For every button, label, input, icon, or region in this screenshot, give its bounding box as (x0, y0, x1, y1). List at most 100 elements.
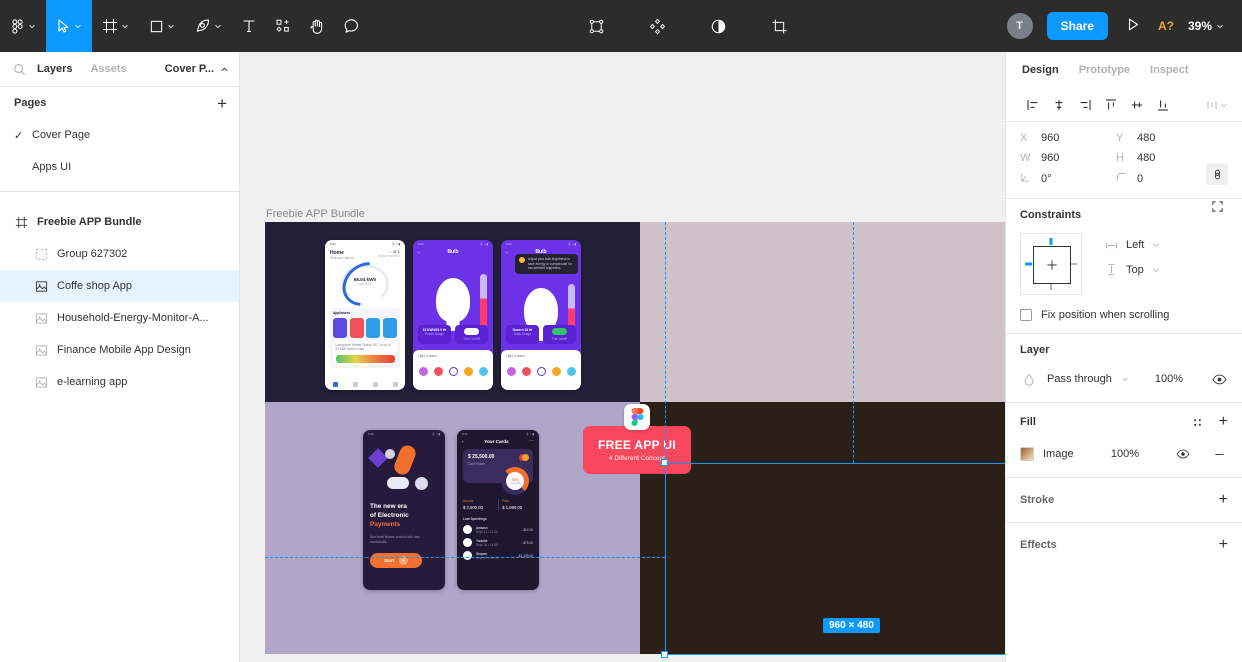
avatar[interactable]: T (1006, 13, 1033, 39)
align-h-center-icon[interactable] (1046, 92, 1072, 118)
layer-row-freebie-app-bundle[interactable]: Freebie APP Bundle (0, 206, 239, 238)
page-selector[interactable]: Cover P... (165, 63, 229, 75)
guide-vertical-left (665, 222, 666, 463)
distribute-more-button[interactable] (1205, 98, 1228, 112)
fill-type-value[interactable]: Image (1043, 448, 1074, 460)
remove-fill-button[interactable] (1210, 445, 1228, 463)
fill-image-swatch[interactable] (1020, 447, 1034, 461)
fill-visibility-eye-icon[interactable] (1174, 445, 1192, 463)
crop-tool-button[interactable] (762, 0, 797, 52)
text-tool-button[interactable] (232, 0, 266, 52)
selection-handle-bottom-left[interactable] (661, 651, 668, 658)
resources-tool-button[interactable] (266, 0, 300, 52)
constraint-top-marker[interactable] (1049, 238, 1053, 245)
zoom-control[interactable]: 39% (1188, 19, 1228, 33)
align-top-icon[interactable] (1098, 92, 1124, 118)
design-board[interactable]: 9:41 ⦿ ⌁ ▮ Home Welcome Jannat ☀ 41°C Tod… (265, 222, 1005, 658)
toolbar-right-group: T Share A? 39% (1006, 12, 1242, 40)
frame-tool-button[interactable] (92, 0, 139, 52)
align-v-center-icon[interactable] (1124, 92, 1150, 118)
chevron-down-icon (1153, 243, 1160, 248)
fill-opacity-value[interactable]: 100% (1111, 448, 1139, 460)
x-field[interactable]: X 960 (1020, 132, 1116, 144)
page-selector-label: Cover P... (164, 63, 214, 75)
color-swatches (501, 367, 581, 376)
layer-row-e-learning-app[interactable]: e-learning app (0, 366, 239, 398)
guide-horizontal (265, 557, 665, 558)
back-icon: ‹ (418, 250, 420, 256)
blend-mode-value[interactable]: Pass through (1047, 373, 1112, 385)
layer-opacity-value[interactable]: 100% (1155, 373, 1183, 385)
align-left-icon[interactable] (1020, 92, 1046, 118)
scale-constraint-button[interactable] (1206, 195, 1228, 217)
selection-dimension-label: 960 × 480 (823, 618, 880, 633)
page-item-cover-page[interactable]: ✓ Cover Page (0, 119, 239, 151)
x-value[interactable]: 960 (1041, 132, 1059, 144)
page-item-apps-ui[interactable]: Apps UI (0, 151, 239, 183)
present-button[interactable] (1122, 15, 1144, 37)
shape-tool-button[interactable] (139, 0, 185, 52)
add-stroke-button[interactable]: + (1219, 492, 1228, 508)
mask-tool-button[interactable] (579, 0, 614, 52)
w-value[interactable]: 960 (1041, 152, 1059, 164)
layer-row-group-627302[interactable]: Group 627302 (0, 238, 239, 270)
frame-label[interactable]: Freebie APP Bundle (266, 208, 365, 220)
visibility-eye-icon[interactable] (1210, 370, 1228, 388)
figma-menu-button[interactable] (0, 0, 46, 52)
constraint-bottom-marker[interactable] (1050, 283, 1052, 290)
layer-row-coffe-shop-app[interactable]: Coffe shop App (0, 270, 239, 302)
rotation-value[interactable]: 0° (1041, 173, 1052, 185)
tab-design[interactable]: Design (1022, 64, 1059, 76)
corner-radius-value[interactable]: 0 (1137, 173, 1143, 185)
corner-radius-field[interactable]: 0 (1116, 172, 1212, 186)
right-panel-tabs: Design Prototype Inspect (1006, 52, 1242, 88)
components-tool-button[interactable] (640, 0, 675, 52)
constraint-right-marker[interactable] (1070, 263, 1077, 265)
finance-start-button[interactable]: Start + (370, 552, 422, 568)
fix-position-checkbox[interactable] (1020, 309, 1032, 321)
align-bottom-icon[interactable] (1150, 92, 1176, 118)
chevron-down-icon (1217, 24, 1223, 29)
boolean-tool-button[interactable] (701, 0, 736, 52)
constraint-left-marker[interactable] (1025, 262, 1032, 266)
add-effect-button[interactable]: + (1219, 537, 1228, 553)
pages-header: Pages + (0, 87, 239, 119)
add-fill-button[interactable]: + (1219, 414, 1228, 430)
tab-inspect[interactable]: Inspect (1150, 64, 1189, 76)
fix-position-row[interactable]: Fix position when scrolling (1020, 309, 1228, 321)
layer-row-household-energy-monitor[interactable]: Household-Energy-Monitor-A... (0, 302, 239, 334)
h-field[interactable]: H 480 (1116, 152, 1212, 164)
add-page-button[interactable]: + (217, 95, 227, 112)
share-button[interactable]: Share (1046, 12, 1108, 40)
vertical-resize-icon (1104, 263, 1118, 276)
effects-title: Effects (1020, 539, 1057, 551)
rotation-field[interactable]: 0° (1020, 172, 1116, 186)
h-value[interactable]: 480 (1137, 152, 1155, 164)
tab-layers[interactable]: Layers (28, 52, 81, 87)
selection-handle-top-left[interactable] (661, 459, 668, 466)
fill-styles-button[interactable] (1189, 413, 1207, 431)
align-right-icon[interactable] (1072, 92, 1098, 118)
pen-tool-button[interactable] (185, 0, 232, 52)
link-wh-button[interactable] (1206, 163, 1228, 185)
usage-stat-sub: Power Usage (424, 332, 445, 336)
hand-tool-button[interactable] (300, 0, 334, 52)
tab-assets[interactable]: Assets (81, 52, 135, 87)
comment-tool-button[interactable] (334, 0, 369, 52)
move-tool-button[interactable] (46, 0, 92, 52)
w-field[interactable]: W 960 (1020, 152, 1116, 164)
ai-button[interactable]: A? (1158, 19, 1174, 33)
y-value[interactable]: 480 (1137, 132, 1155, 144)
layer-row-finance-mobile-app-design[interactable]: Finance Mobile App Design (0, 334, 239, 366)
chevron-down-icon (1153, 268, 1159, 272)
canvas-area[interactable]: Freebie APP Bundle 9:41 ⦿ ⌁ ▮ Home Welcom… (240, 52, 1005, 662)
constraints-widget[interactable] (1020, 233, 1082, 295)
horizontal-constraint-dropdown[interactable]: Left (1104, 239, 1160, 251)
vertical-constraint-dropdown[interactable]: Top (1104, 263, 1160, 276)
tab-prototype[interactable]: Prototype (1079, 64, 1130, 76)
chevron-down-icon[interactable] (1121, 375, 1129, 383)
right-sidebar: Design Prototype Inspect X 960 Y 480 W 9… (1005, 52, 1242, 662)
play-triangle-icon (1128, 18, 1139, 31)
search-icon[interactable] (10, 63, 28, 76)
y-field[interactable]: Y 480 (1116, 132, 1212, 144)
